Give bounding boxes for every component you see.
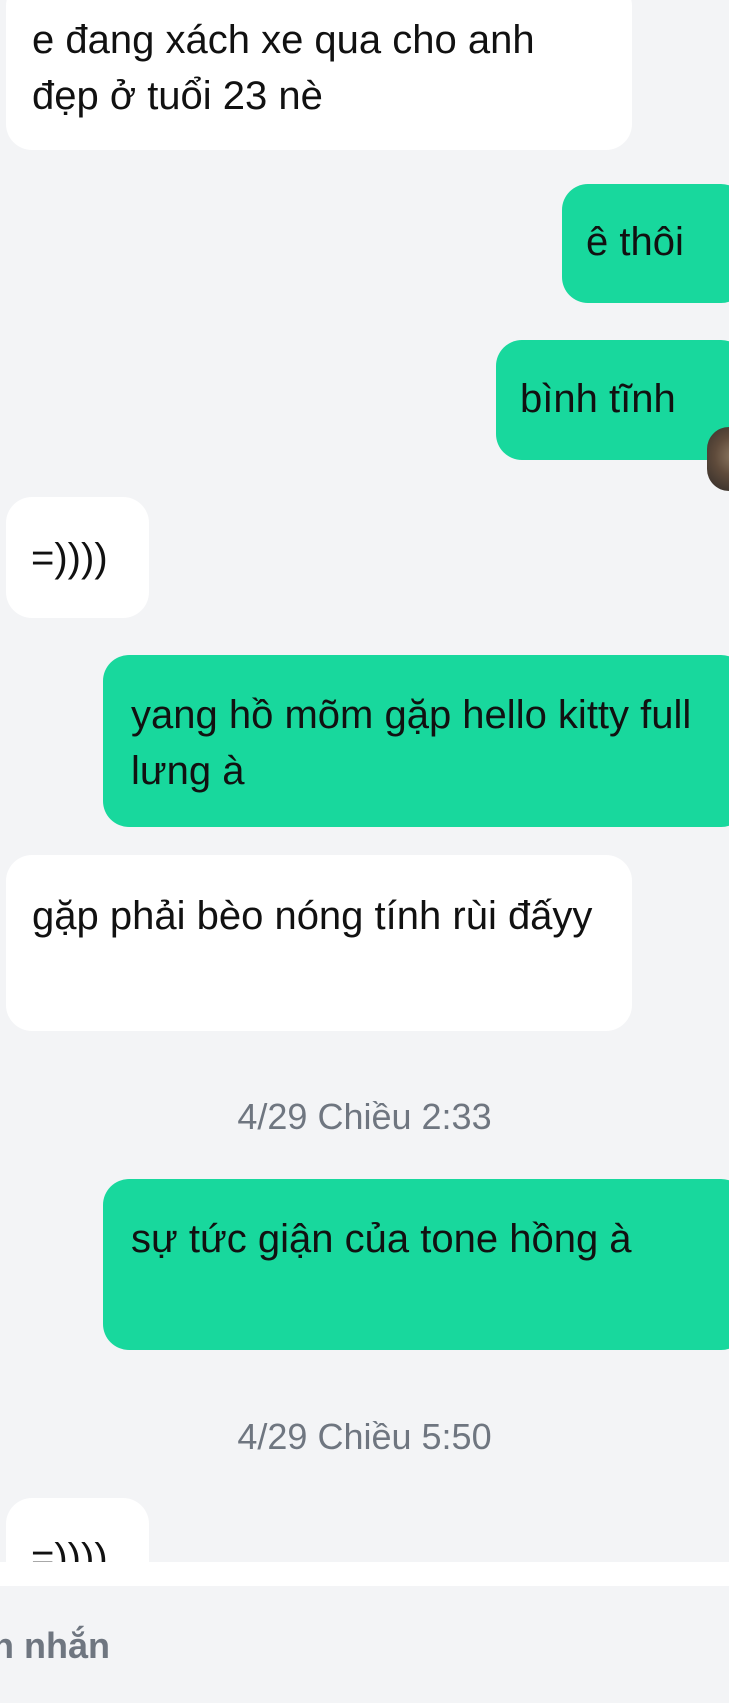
message-bubble-outgoing[interactable]: bình tĩnh xyxy=(496,340,729,460)
message-text: yang hồ mõm gặp hello kitty full lưng à xyxy=(131,693,692,793)
message-bubble-outgoing[interactable]: yang hồ mõm gặp hello kitty full lưng à xyxy=(103,655,729,827)
message-bubble-incoming[interactable]: e đang xách xe qua cho anh đẹp ở tuổi 23… xyxy=(6,0,632,150)
message-bubble-incoming[interactable]: =)))) xyxy=(6,1498,149,1562)
avatar[interactable] xyxy=(707,427,729,491)
message-text: bình tĩnh xyxy=(520,377,676,421)
message-text: =)))) xyxy=(31,536,108,580)
message-text: e đang xách xe qua cho anh đẹp ở tuổi 23… xyxy=(32,18,535,118)
composer-top-strip xyxy=(0,1562,729,1586)
message-bubble-incoming[interactable]: =)))) xyxy=(6,497,149,618)
message-text: gặp phải bèo nóng tính rùi đấyy xyxy=(32,894,593,938)
message-text: ê thôi xyxy=(586,220,684,264)
message-text: =)))) xyxy=(31,1536,108,1562)
message-bubble-outgoing[interactable]: sự tức giận của tone hồng à xyxy=(103,1179,729,1350)
message-text: sự tức giận của tone hồng à xyxy=(131,1217,632,1261)
timestamp: 4/29 Chiều 5:50 xyxy=(237,1416,492,1457)
message-bubble-outgoing[interactable]: ê thôi xyxy=(562,184,729,303)
chat-thread: e đang xách xe qua cho anh đẹp ở tuổi 23… xyxy=(0,0,729,1562)
message-input[interactable]: n nhắn xyxy=(0,1624,110,1668)
timestamp: 4/29 Chiều 2:33 xyxy=(237,1096,492,1137)
message-composer: n nhắn xyxy=(0,1562,729,1703)
message-bubble-incoming[interactable]: gặp phải bèo nóng tính rùi đấyy xyxy=(6,855,632,1031)
